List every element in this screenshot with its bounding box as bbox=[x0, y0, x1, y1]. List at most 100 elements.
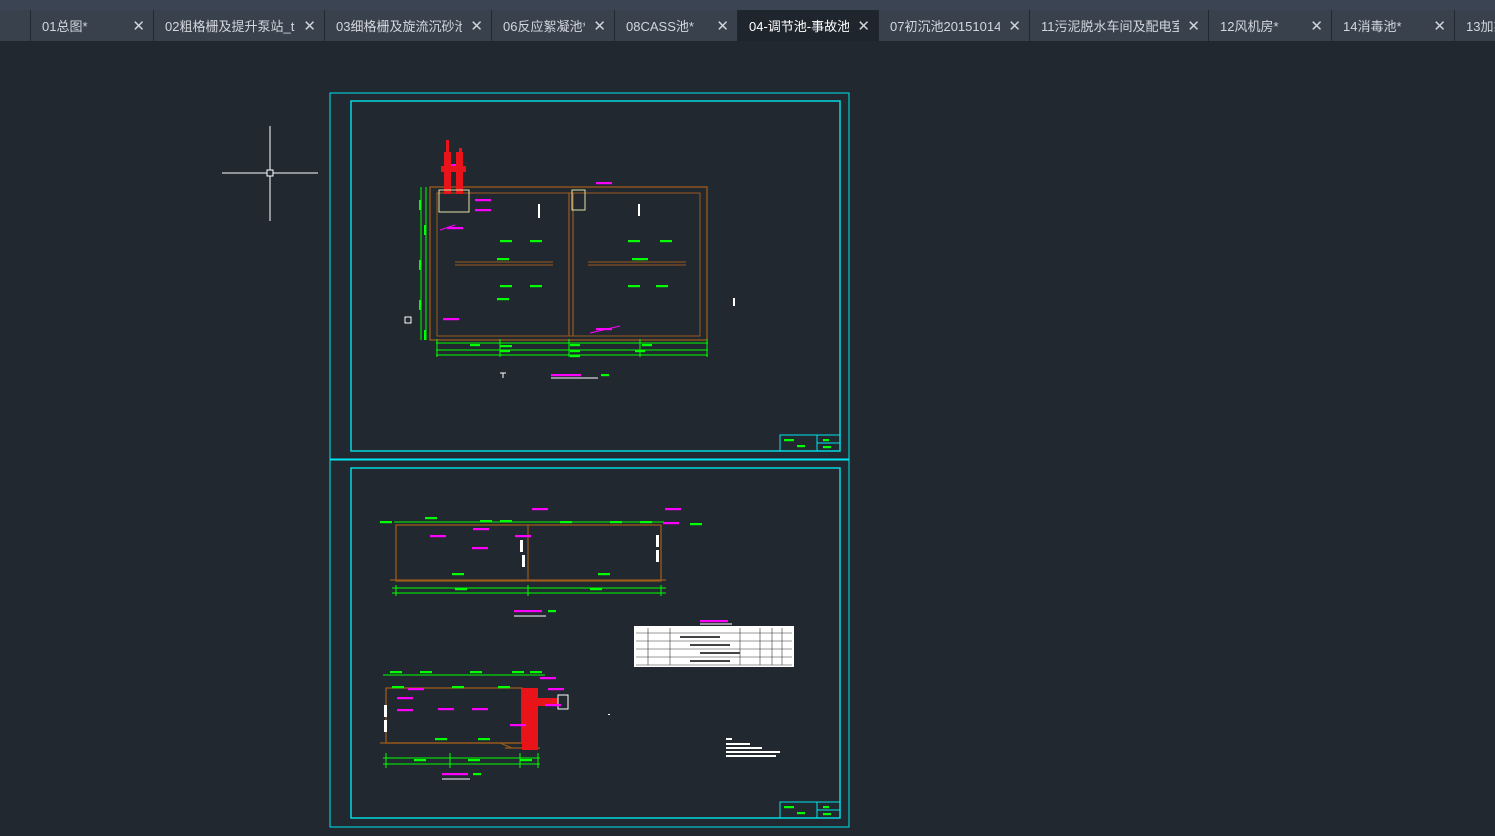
section-symbol bbox=[404, 316, 412, 324]
ladder-rungs bbox=[520, 540, 523, 552]
plan-level-text bbox=[628, 240, 640, 243]
plan-level-text bbox=[656, 285, 668, 288]
section-aa-text bbox=[690, 523, 702, 526]
section-aa-annotation bbox=[663, 522, 679, 525]
section-11-pipe-well bbox=[522, 688, 538, 750]
section-aa-title bbox=[514, 610, 542, 613]
section-symbol bbox=[638, 204, 640, 216]
tab-label: 13加氯 bbox=[1466, 19, 1495, 34]
section-11-scale bbox=[473, 773, 481, 776]
pipe bbox=[459, 148, 462, 156]
tab-label: 03细格栅及旋流沉砂池* bbox=[336, 19, 463, 34]
section-aa-text bbox=[590, 588, 602, 591]
tab-label: 08CASS池* bbox=[626, 19, 694, 34]
section-11-annotation bbox=[472, 708, 488, 711]
stray-point bbox=[608, 714, 610, 715]
ladder-rungs bbox=[384, 720, 387, 732]
tab-5[interactable]: 08CASS池* ✕ bbox=[615, 10, 738, 41]
section-aa-scale bbox=[548, 610, 556, 613]
tab-scroll-left[interactable] bbox=[0, 10, 31, 41]
close-icon[interactable]: ✕ bbox=[857, 17, 870, 35]
dimension-text bbox=[642, 344, 652, 347]
table-row-text bbox=[700, 652, 740, 654]
plan-annotation bbox=[443, 318, 459, 321]
plan-annotation bbox=[596, 182, 612, 185]
leader-line bbox=[589, 325, 621, 334]
close-icon[interactable]: ✕ bbox=[1433, 17, 1446, 35]
section-11-text bbox=[414, 759, 426, 762]
plan-level-text bbox=[660, 240, 672, 243]
tab-3[interactable]: 03细格栅及旋流沉砂池* ✕ bbox=[325, 10, 492, 41]
section-11-text bbox=[435, 738, 447, 741]
tab-label: 06反应絮凝池* bbox=[503, 19, 586, 34]
dimension-text bbox=[570, 350, 580, 353]
plan-level-text bbox=[530, 240, 542, 243]
close-icon[interactable]: ✕ bbox=[593, 17, 606, 35]
tab-10[interactable]: 14消毒池* ✕ bbox=[1332, 10, 1455, 41]
section-11-annotation bbox=[540, 677, 556, 680]
tab-label: 07初沉池20151014* bbox=[890, 19, 1001, 34]
close-icon[interactable]: ✕ bbox=[470, 17, 483, 35]
tab-9[interactable]: 12风机房* ✕ bbox=[1209, 10, 1332, 41]
close-icon[interactable]: ✕ bbox=[1187, 17, 1200, 35]
sheet-inner-frame-top bbox=[350, 100, 841, 452]
tab-4[interactable]: 06反应絮凝池* ✕ bbox=[492, 10, 615, 41]
cad-drawing[interactable] bbox=[0, 41, 1495, 836]
section-11-text bbox=[512, 671, 524, 674]
section-11-annotation bbox=[408, 688, 424, 691]
tab-7[interactable]: 07初沉池20151014* ✕ bbox=[879, 10, 1030, 41]
section-11-text bbox=[420, 671, 432, 674]
table-title bbox=[700, 620, 728, 623]
close-icon[interactable]: ✕ bbox=[1310, 17, 1323, 35]
plan-annotation bbox=[475, 209, 491, 212]
tab-11[interactable]: 13加氯 bbox=[1455, 10, 1495, 41]
section-11-text bbox=[530, 671, 542, 674]
section-aa-text bbox=[480, 520, 492, 523]
section-aa-text bbox=[380, 521, 392, 524]
section-11-text bbox=[470, 671, 482, 674]
notes-text bbox=[726, 738, 732, 740]
section-aa-text bbox=[500, 520, 512, 523]
tab-6[interactable]: 04-调节池-事故池* ✕ bbox=[738, 10, 879, 41]
plan-level-text bbox=[500, 240, 512, 243]
section-aa-annotation bbox=[532, 508, 548, 511]
dimension-text bbox=[570, 344, 580, 347]
section-11-text bbox=[478, 738, 490, 741]
pump-equipment bbox=[444, 152, 451, 194]
title-block-text bbox=[797, 812, 805, 815]
section-11-annotation bbox=[510, 724, 526, 727]
title-block-text bbox=[823, 446, 831, 449]
dimension-text bbox=[635, 350, 645, 353]
ladder-rungs bbox=[656, 535, 659, 547]
plan-level-text bbox=[497, 258, 509, 261]
section-11-slope bbox=[499, 742, 513, 749]
title-block-text bbox=[797, 445, 805, 448]
tab-1[interactable]: 01总图* ✕ bbox=[31, 10, 154, 41]
section-11-wall bbox=[385, 687, 523, 744]
tab-8[interactable]: 11污泥脱水车间及配电室* ✕ bbox=[1030, 10, 1209, 41]
plan-level-text bbox=[500, 345, 512, 348]
plan-view-title bbox=[551, 374, 581, 377]
tab-label: 01总图* bbox=[42, 19, 88, 34]
close-icon[interactable]: ✕ bbox=[303, 17, 316, 35]
close-icon[interactable]: ✕ bbox=[132, 17, 145, 35]
ladder-rungs bbox=[522, 555, 525, 567]
notes-text bbox=[726, 747, 762, 749]
plan-level-text bbox=[497, 298, 509, 301]
section-aa-annotation bbox=[665, 508, 681, 511]
north-mark bbox=[733, 298, 735, 306]
close-icon[interactable]: ✕ bbox=[716, 17, 729, 35]
section-11-text bbox=[392, 686, 404, 689]
table-row-text bbox=[690, 660, 730, 662]
ladder-rungs bbox=[656, 550, 659, 562]
dimension-text bbox=[424, 330, 426, 340]
tab-2[interactable]: 02粗格栅及提升泵站_t3* ✕ bbox=[154, 10, 325, 41]
pump-equipment bbox=[441, 166, 466, 172]
section-11-text bbox=[390, 671, 402, 674]
plan-annotation bbox=[475, 199, 491, 202]
title-block-text bbox=[823, 439, 829, 442]
drawing-canvas[interactable] bbox=[0, 41, 1495, 836]
section-aa-text bbox=[452, 573, 464, 576]
section-11-annotation bbox=[548, 688, 564, 691]
close-icon[interactable]: ✕ bbox=[1008, 17, 1021, 35]
